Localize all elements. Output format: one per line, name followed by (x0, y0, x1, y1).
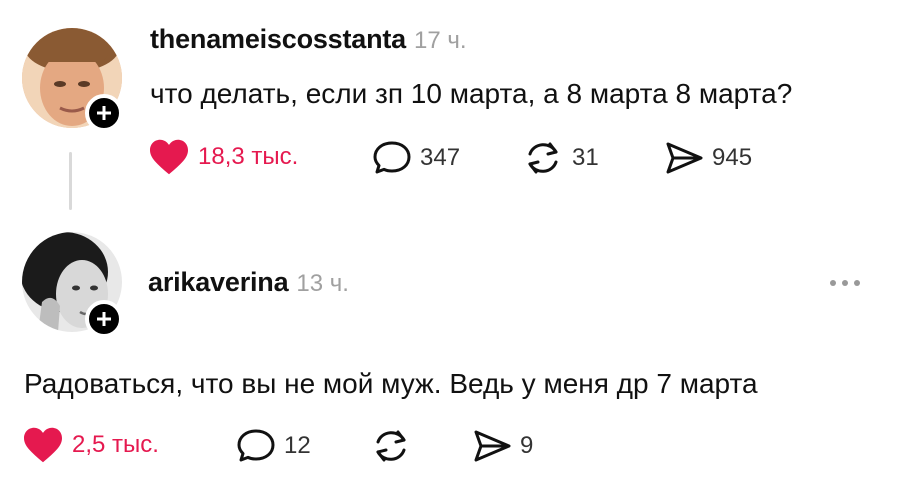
thread-line (69, 152, 72, 210)
plus-icon (97, 106, 111, 120)
heart-icon (150, 139, 188, 175)
repost-count: 31 (572, 144, 599, 171)
username[interactable]: thenameiscosstanta (150, 24, 406, 55)
repost-icon (528, 142, 558, 174)
follow-plus-button[interactable] (85, 94, 123, 132)
repost-icon (376, 430, 406, 462)
repost-button[interactable] (370, 428, 420, 464)
plus-icon (97, 312, 111, 326)
avatar-arikaverina[interactable] (22, 232, 123, 338)
like-button[interactable]: 2,5 тыс. (22, 426, 159, 464)
share-icon (474, 430, 511, 462)
comment-count: 12 (284, 432, 311, 459)
share-count: 9 (520, 432, 534, 459)
repost-button[interactable]: 31 (522, 140, 599, 176)
username[interactable]: arikaverina (148, 267, 289, 298)
share-button[interactable]: 945 (664, 140, 752, 176)
post-text: что делать, если зп 10 марта, а 8 марта … (150, 78, 793, 109)
share-count: 945 (712, 144, 753, 171)
comment-button[interactable]: 347 (372, 140, 460, 176)
post-time: 13 ч. (296, 270, 349, 297)
post-header: thenameiscosstanta 17 ч. (150, 24, 467, 55)
share-icon (666, 142, 703, 174)
more-options-icon[interactable] (830, 280, 860, 286)
comment-count: 347 (420, 144, 461, 171)
post-header: arikaverina 13 ч. (148, 267, 349, 298)
comment-button[interactable]: 12 (236, 428, 311, 464)
share-button[interactable]: 9 (472, 428, 533, 464)
post-time: 17 ч. (414, 27, 467, 54)
avatar-thenameiscosstanta[interactable] (22, 28, 123, 132)
heart-icon (24, 427, 62, 463)
like-count: 18,3 тыс. (198, 143, 299, 170)
like-button[interactable]: 18,3 тыс. (148, 138, 298, 176)
comment-icon (373, 141, 411, 174)
post-text: Радоваться, что вы не мой муж. Ведь у ме… (24, 368, 758, 399)
comment-icon (237, 429, 275, 462)
like-count: 2,5 тыс. (72, 431, 159, 458)
follow-plus-button[interactable] (85, 300, 123, 338)
